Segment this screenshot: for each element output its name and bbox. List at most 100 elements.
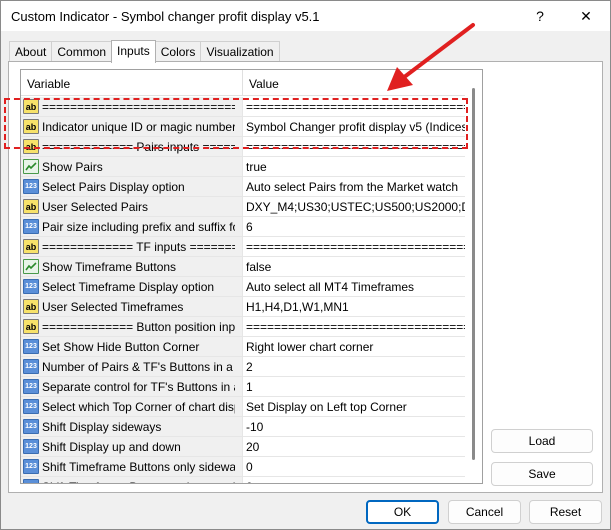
variable-cell: 123 Shift Timeframe Buttons only sideways — [21, 457, 243, 476]
table-row[interactable]: 123Shift Timeframe Buttons only up and d… — [21, 477, 465, 484]
inputs-grid: Variable Value ab =======================… — [20, 69, 483, 484]
value-cell[interactable]: Symbol Changer profit display v5 (Indice… — [243, 117, 465, 136]
string-type-icon: ab — [23, 99, 39, 114]
cancel-button[interactable]: Cancel — [448, 500, 521, 524]
string-type-icon: ab — [23, 119, 39, 134]
value-cell[interactable]: 0 — [243, 477, 465, 484]
value-cell[interactable]: H1,H4,D1,W1,MN1 — [243, 297, 465, 316]
variable-label: User Selected Pairs — [42, 199, 149, 214]
value-cell[interactable]: ====================================== — [243, 137, 465, 156]
string-type-icon: ab — [23, 319, 39, 334]
value-cell[interactable]: ====================================== — [243, 237, 465, 256]
table-row[interactable]: Show Timeframe Buttons false — [21, 257, 465, 277]
value-cell[interactable]: Right lower chart corner — [243, 337, 465, 356]
tab-bar: About Common Inputs Colors Visualization — [9, 40, 280, 63]
tab-common[interactable]: Common — [51, 41, 113, 62]
ok-button[interactable]: OK — [366, 500, 439, 524]
table-row[interactable]: 123 Shift Display up and down 20 — [21, 437, 465, 457]
value-cell[interactable]: -10 — [243, 417, 465, 436]
variable-cell: Show Pairs — [21, 157, 243, 176]
variable-cell: 123Select which Top Corner of chart disp… — [21, 397, 243, 416]
string-type-icon: ab — [23, 239, 39, 254]
table-row[interactable]: 123 Set Show Hide Button Corner Right lowe… — [21, 337, 465, 357]
variable-label: Shift Timeframe Buttons only sideways — [42, 459, 235, 474]
grid-scrollbar[interactable] — [465, 70, 482, 483]
variable-cell: 123 Select Timeframe Display option — [21, 277, 243, 296]
column-header-variable[interactable]: Variable — [21, 70, 243, 95]
variable-label: ============= Pairs inputs ======== — [42, 139, 235, 154]
table-row[interactable]: ab =========================== ===========… — [21, 97, 465, 117]
variable-label: Shift Display sideways — [42, 419, 162, 434]
table-row[interactable]: 123Number of Pairs & TF's Buttons in a h… — [21, 357, 465, 377]
value-cell[interactable]: Auto select all MT4 Timeframes — [243, 277, 465, 296]
variable-cell: ab============= Pairs inputs ======== — [21, 137, 243, 156]
numeric-type-icon: 123 — [23, 219, 39, 234]
variable-label: Select Timeframe Display option — [42, 279, 215, 294]
value-cell[interactable]: 1 — [243, 377, 465, 396]
tab-about[interactable]: About — [9, 41, 53, 62]
table-row[interactable]: ab User Selected Timeframes H1,H4,D1,W1,MN… — [21, 297, 465, 317]
variable-cell: 123 Separate control for TF's Buttons in … — [21, 377, 243, 396]
table-row[interactable]: ab============= Button position inputs =… — [21, 317, 465, 337]
numeric-type-icon: 123 — [23, 479, 39, 483]
table-row[interactable]: 123 Pair size including prefix and suffix… — [21, 217, 465, 237]
value-cell[interactable]: DXY_M4;US30;USTEC;US500;US2000;D... — [243, 197, 465, 216]
reset-button[interactable]: Reset — [529, 500, 602, 524]
table-row[interactable]: 123 Shift Timeframe Buttons only sideways… — [21, 457, 465, 477]
numeric-type-icon: 123 — [23, 379, 39, 394]
table-row[interactable]: 123 Shift Display sideways -10 — [21, 417, 465, 437]
table-row[interactable]: 123Select which Top Corner of chart disp… — [21, 397, 465, 417]
variable-label: ============= TF inputs ========== — [42, 239, 235, 254]
variable-label: Shift Display up and down — [42, 439, 181, 454]
variable-label: Select which Top Corner of chart displa.… — [42, 399, 235, 414]
variable-cell: 123 Shift Display up and down — [21, 437, 243, 456]
close-button[interactable]: ✕ — [563, 1, 609, 31]
boolean-type-icon — [23, 259, 39, 274]
variable-label: Shift Timeframe Buttons only up and down — [39, 480, 235, 484]
variable-label: Show Pairs — [42, 159, 103, 174]
window-title: Custom Indicator - Symbol changer profit… — [11, 9, 320, 24]
table-row[interactable]: 123 Select Timeframe Display option Auto s… — [21, 277, 465, 297]
table-row[interactable]: ab ============= TF inputs ====== ==== ====… — [21, 237, 465, 257]
variable-cell: ab User Selected Pairs — [21, 197, 243, 216]
variable-cell: ab User Selected Timeframes — [21, 297, 243, 316]
column-header-value[interactable]: Value — [243, 70, 465, 95]
load-button[interactable]: Load — [491, 429, 593, 453]
table-row[interactable]: 123 Select Pairs Display option Auto selec… — [21, 177, 465, 197]
variable-label: Set Show Hide Button Corner — [42, 339, 200, 354]
value-cell[interactable]: 2 — [243, 357, 465, 376]
numeric-type-icon: 123 — [23, 459, 39, 474]
variable-label: ================================== — [42, 99, 235, 114]
table-row[interactable]: 123 Separate control for TF's Buttons in … — [21, 377, 465, 397]
value-cell[interactable]: false — [243, 257, 465, 276]
value-cell[interactable]: Auto select Pairs from the Market watch — [243, 177, 465, 196]
numeric-type-icon: 123 — [23, 339, 39, 354]
variable-label: Indicator unique ID or magic number — [42, 119, 235, 134]
value-cell[interactable]: true — [243, 157, 465, 176]
table-row[interactable]: ab ============= Pairs inputs ==== =======… — [21, 137, 465, 157]
variable-label: Number of Pairs & TF's Buttons in a hori… — [42, 359, 235, 374]
table-row[interactable]: ab Indicator unique ID or magic number Sym… — [21, 117, 465, 137]
help-button[interactable]: ? — [517, 1, 563, 31]
tab-colors[interactable]: Colors — [154, 41, 202, 62]
variable-cell: 123 Select Pairs Display option — [21, 177, 243, 196]
value-cell[interactable]: 20 — [243, 437, 465, 456]
variable-label: Select Pairs Display option — [42, 179, 185, 194]
table-row[interactable]: ab User Selected Pairs DXY_M4;US30;USTEC;U… — [21, 197, 465, 217]
variable-cell: 123 Set Show Hide Button Corner — [21, 337, 243, 356]
value-cell[interactable]: 0 — [243, 457, 465, 476]
value-cell[interactable]: 6 — [243, 217, 465, 236]
value-cell[interactable]: ====================================== — [243, 97, 465, 116]
save-button[interactable]: Save — [491, 462, 593, 486]
tab-visualization[interactable]: Visualization — [200, 41, 280, 62]
numeric-type-icon: 123 — [23, 399, 39, 414]
grid-rows: ab =========================== ===========… — [21, 97, 465, 484]
tab-inputs[interactable]: Inputs — [111, 40, 156, 63]
variable-cell: ab================================== — [21, 97, 243, 116]
table-row[interactable]: Show Pairs true — [21, 157, 465, 177]
value-cell[interactable]: ====================================== — [243, 317, 465, 336]
value-cell[interactable]: Set Display on Left top Corner — [243, 397, 465, 416]
variable-label: Pair size including prefix and suffix fo… — [42, 219, 235, 234]
scrollbar-thumb[interactable] — [472, 88, 475, 460]
title-bar: Custom Indicator - Symbol changer profit… — [1, 1, 610, 31]
